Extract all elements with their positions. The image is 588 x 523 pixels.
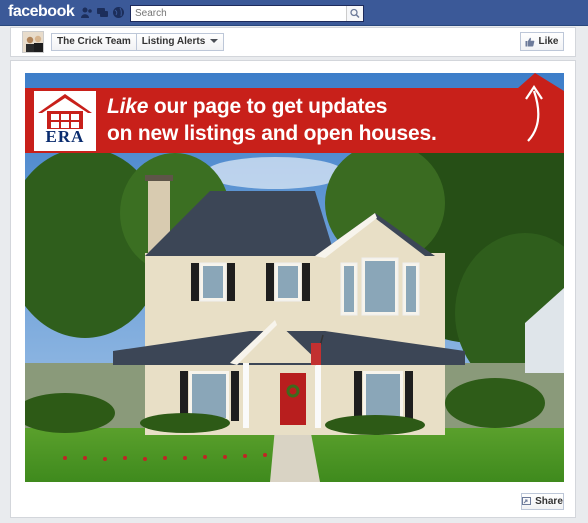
banner-line-1: Like our page to get updates	[107, 93, 547, 120]
share-button[interactable]: Share	[521, 493, 564, 510]
share-icon	[522, 497, 532, 505]
friend-requests-icon[interactable]	[80, 6, 93, 19]
thumbs-up-icon	[525, 37, 535, 46]
era-logo-text: ERA	[45, 127, 85, 146]
avatar-photo-icon	[23, 32, 43, 52]
tab-content-card: ERA Like our page to get updates on new …	[10, 60, 576, 518]
notifications-globe-icon[interactable]	[112, 6, 125, 19]
era-logo: ERA	[34, 91, 96, 151]
banner-line-2: on new listings and open houses.	[107, 122, 437, 145]
banner-line-1-rest: our page to get updates	[148, 95, 388, 118]
facebook-top-bar: facebook	[0, 0, 588, 26]
search-box	[130, 5, 364, 22]
page-avatar[interactable]	[22, 31, 44, 53]
breadcrumb: The Crick Team Listing Alerts	[51, 33, 225, 51]
page-header: The Crick Team Listing Alerts Like	[10, 27, 576, 57]
share-label: Share	[535, 496, 563, 507]
messages-icon[interactable]	[96, 6, 109, 19]
breadcrumb-page-name[interactable]: The Crick Team	[52, 34, 136, 50]
listing-hero-image: ERA Like our page to get updates on new …	[25, 73, 564, 482]
banner-headline: Like our page to get updates on new list…	[107, 93, 547, 147]
search-button[interactable]	[346, 6, 363, 21]
era-house-logo-icon	[38, 94, 92, 129]
banner-like-word: Like	[107, 95, 149, 118]
tab-selector[interactable]: Listing Alerts	[137, 34, 224, 50]
like-page-button[interactable]: Like	[520, 32, 564, 51]
search-icon	[350, 8, 360, 19]
search-input[interactable]	[131, 6, 349, 21]
chevron-down-icon	[210, 39, 219, 44]
like-label: Like	[538, 36, 559, 47]
facebook-logo[interactable]: facebook	[8, 3, 75, 21]
tab-name: Listing Alerts	[141, 36, 206, 47]
